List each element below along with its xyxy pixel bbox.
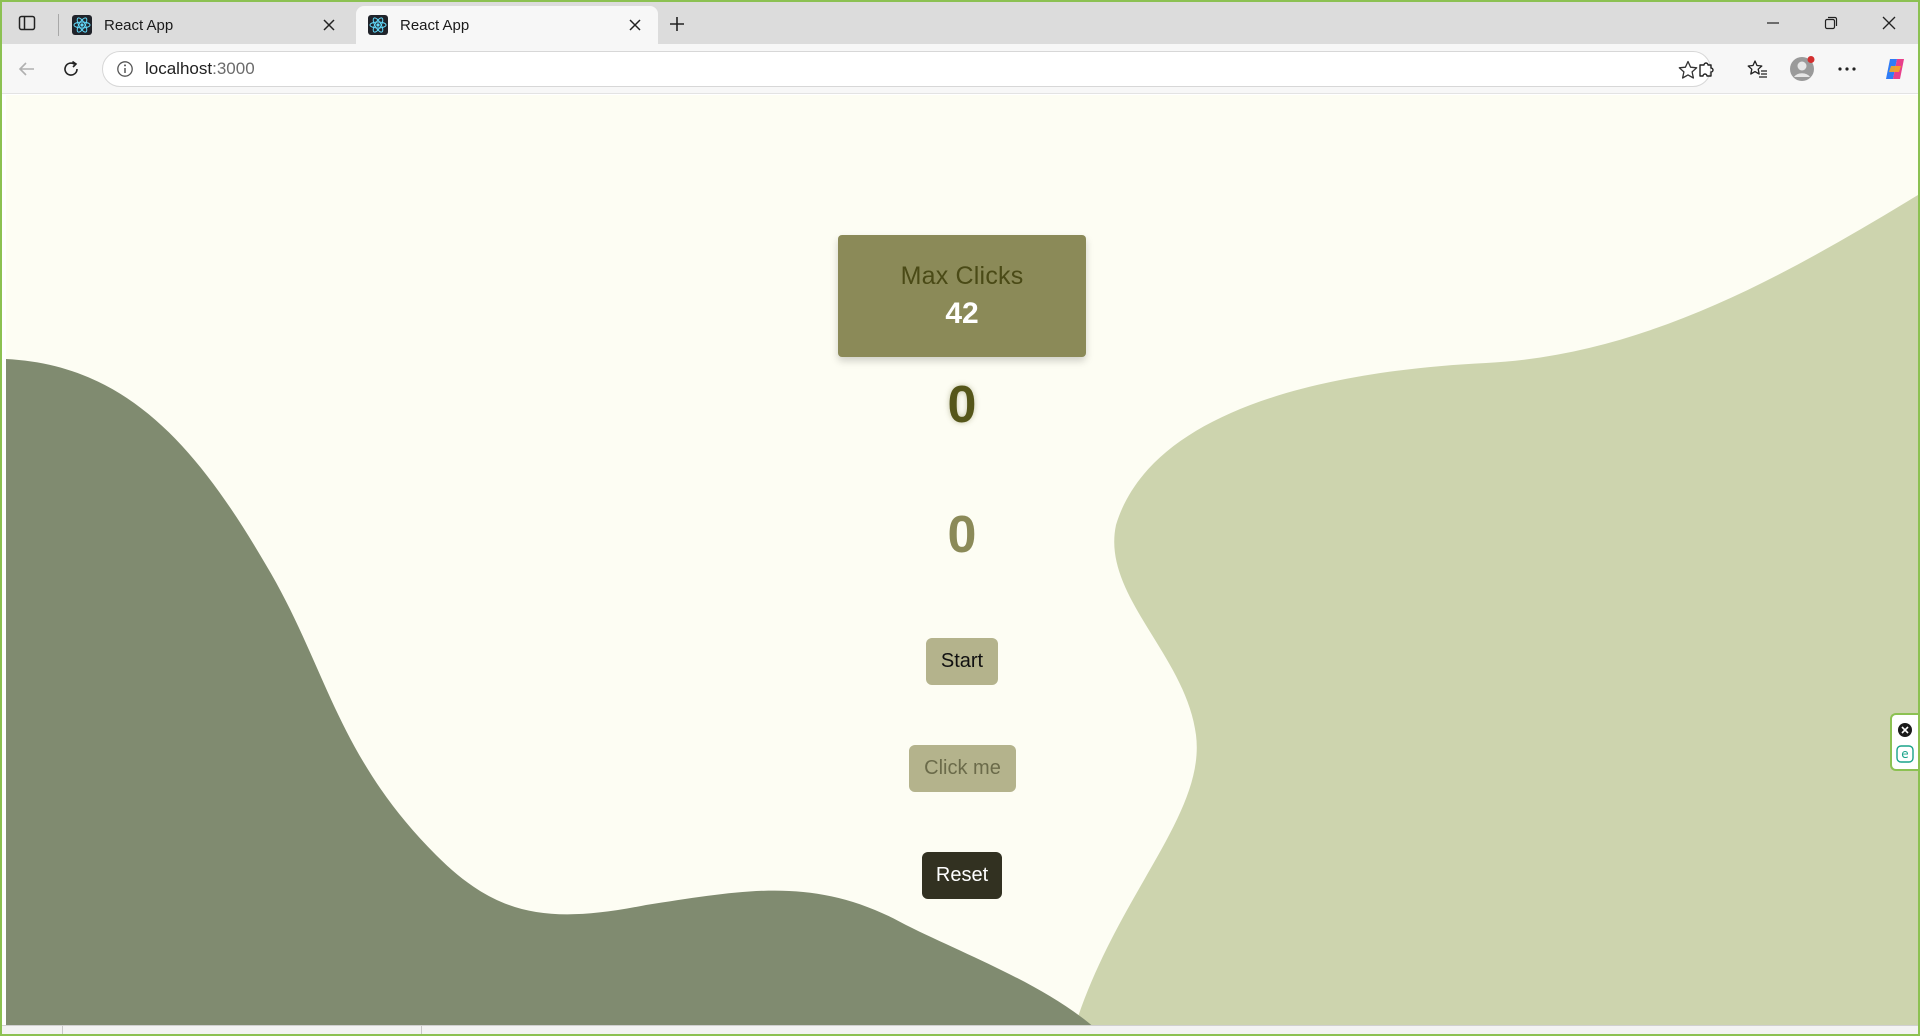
close-tab-button[interactable] — [318, 14, 340, 36]
restore-icon — [1824, 16, 1838, 30]
max-clicks-value: 42 — [945, 296, 979, 330]
tab-react-app-2[interactable]: React App — [356, 6, 658, 44]
window-controls — [1744, 2, 1918, 44]
tab-title: React App — [400, 16, 470, 34]
bottom-segment — [62, 1026, 422, 1034]
page-viewport: Max Clicks 42 0 0 Start Click me Reset e — [6, 95, 1918, 1029]
address-bar[interactable]: localhost:3000 — [102, 51, 1711, 87]
tab-title: React App — [104, 16, 174, 34]
settings-menu-button[interactable] — [1830, 53, 1864, 85]
react-icon — [72, 15, 92, 35]
timer-counter: 0 — [947, 506, 977, 564]
max-clicks-card: Max Clicks 42 — [838, 235, 1086, 357]
react-icon — [368, 15, 388, 35]
minimize-icon — [1767, 22, 1779, 24]
puzzle-icon — [1699, 62, 1714, 77]
click-counter: 0 — [947, 376, 977, 434]
minimize-button[interactable] — [1744, 2, 1802, 44]
plus-icon — [670, 17, 684, 31]
close-window-button[interactable] — [1860, 2, 1918, 44]
info-icon[interactable] — [115, 59, 135, 79]
start-button[interactable]: Start — [926, 638, 998, 685]
close-tab-button[interactable] — [624, 14, 646, 36]
close-icon — [629, 19, 641, 31]
app-root: Max Clicks 42 0 0 Start Click me Reset — [6, 95, 1918, 1029]
tab-react-app-1[interactable]: React App — [60, 6, 352, 44]
restore-button[interactable] — [1802, 2, 1860, 44]
browser-toolbar: localhost:3000 — [2, 44, 1918, 94]
back-arrow-icon — [18, 62, 34, 76]
bottom-strip — [2, 1025, 1918, 1034]
reset-button[interactable]: Reset — [922, 852, 1002, 899]
profile-button[interactable] — [1785, 53, 1819, 85]
browser-window: React App React App localhost:3000 Max C… — [0, 0, 1920, 1036]
url-text: localhost:3000 — [145, 59, 255, 79]
close-icon — [323, 19, 335, 31]
close-circle-icon[interactable] — [1896, 721, 1914, 739]
tab-strip: React App React App — [2, 2, 1918, 44]
refresh-button[interactable] — [54, 53, 88, 85]
url-host: localhost — [145, 59, 213, 78]
click-me-button[interactable]: Click me — [909, 745, 1016, 792]
copilot-button[interactable] — [1878, 53, 1912, 85]
refresh-icon — [64, 60, 78, 76]
max-clicks-label: Max Clicks — [900, 261, 1024, 290]
back-button[interactable] — [10, 53, 44, 85]
side-widget: e — [1890, 713, 1918, 771]
favorites-button[interactable] — [1740, 53, 1774, 85]
tab-actions-icon — [18, 15, 36, 31]
copilot-icon — [1886, 59, 1904, 79]
tab-separator — [58, 14, 59, 36]
close-icon — [1882, 16, 1896, 30]
svg-text:e: e — [1901, 747, 1908, 761]
more-icon — [1838, 67, 1856, 71]
favorites-icon — [1747, 60, 1767, 78]
profile-icon — [1790, 56, 1815, 81]
new-tab-button[interactable] — [662, 10, 692, 38]
edge-icon[interactable]: e — [1896, 745, 1914, 763]
url-port: :3000 — [212, 59, 255, 78]
tab-actions-button[interactable] — [12, 10, 42, 36]
extensions-button[interactable] — [1690, 53, 1724, 85]
